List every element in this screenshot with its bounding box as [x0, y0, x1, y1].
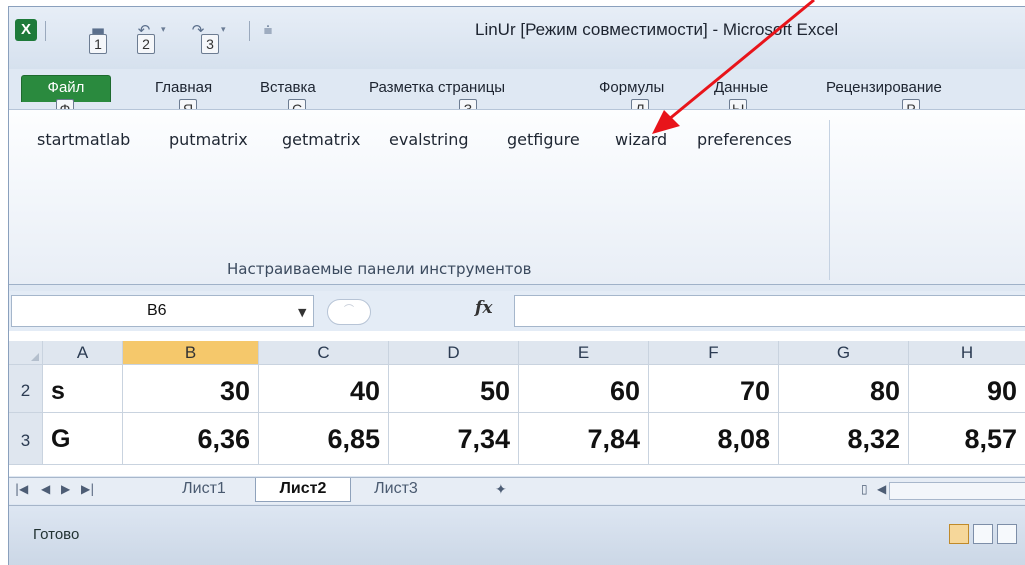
excel-icon[interactable]: X [15, 19, 37, 41]
undo-dropdown-icon[interactable]: ▾ [161, 25, 169, 35]
tab-insert[interactable]: Вставка [260, 79, 316, 96]
sheet-tab-3[interactable]: Лист3 [355, 478, 437, 502]
customize-qat-icon[interactable]: ⩧ [257, 19, 279, 41]
row-header[interactable]: 2 [9, 365, 43, 413]
keytip-redo: 3 [201, 34, 219, 54]
column-header[interactable]: C [259, 341, 389, 365]
sheet-tab-1[interactable]: Лист1 [159, 478, 249, 502]
table-cell[interactable]: 8,32 [779, 413, 909, 465]
column-header[interactable]: B [123, 341, 259, 365]
formula-bar: B6 ▼ ⌒ fx [9, 291, 1025, 331]
column-header[interactable]: A [43, 341, 123, 365]
ribbon-group-label: Настраиваемые панели инструментов [227, 260, 532, 278]
putmatrix-button[interactable]: putmatrix [169, 130, 248, 149]
split-handle-icon[interactable]: ▯ [861, 482, 868, 496]
startmatlab-button[interactable]: startmatlab [37, 130, 130, 149]
formula-bar-resize-handle[interactable]: ⌒ [327, 299, 371, 325]
getfigure-button[interactable]: getfigure [507, 130, 580, 149]
getmatrix-button[interactable]: getmatrix [282, 130, 360, 149]
normal-view-icon[interactable] [949, 524, 969, 544]
wizard-button[interactable]: wizard [615, 130, 667, 149]
sheet-tab-bar: |◀ ◀ ▶ ▶| Лист1 Лист2 Лист3 ✦ ▯ ◀ [9, 477, 1025, 504]
qat-separator [249, 21, 250, 41]
page-break-view-icon[interactable] [997, 524, 1017, 544]
table-cell[interactable]: 8,08 [649, 413, 779, 465]
column-header-row: A B C D E F G H [9, 341, 1025, 365]
prev-sheet-icon[interactable]: ◀ [41, 482, 50, 496]
table-cell[interactable]: s [43, 365, 123, 413]
title-bar: X ▬ ↶ ▾ ↷ ▾ ⩧ 1 2 3 LinUr [Режим совмест… [9, 7, 1025, 69]
tab-page-layout[interactable]: Разметка страницы [369, 79, 505, 96]
next-sheet-icon[interactable]: ▶ [61, 482, 70, 496]
scroll-left-icon[interactable]: ◀ [877, 482, 886, 496]
table-cell[interactable]: 7,34 [389, 413, 519, 465]
name-box-value: B6 [147, 302, 167, 319]
table-cell[interactable]: 6,36 [123, 413, 259, 465]
horizontal-scrollbar[interactable] [889, 482, 1025, 500]
window-title: LinUr [Режим совместимости] - Microsoft … [475, 20, 839, 39]
column-header[interactable]: D [389, 341, 519, 365]
worksheet-grid: A B C D E F G H 2 s 30 40 50 60 70 80 90… [9, 331, 1025, 476]
column-header[interactable]: H [909, 341, 1025, 365]
name-box[interactable]: B6 ▼ [11, 295, 314, 327]
select-all-corner[interactable] [9, 341, 43, 365]
tab-formulas[interactable]: Формулы [599, 79, 664, 96]
keytip-save: 1 [89, 34, 107, 54]
qat-separator [45, 21, 46, 41]
column-header[interactable]: G [779, 341, 909, 365]
redo-dropdown-icon[interactable]: ▾ [221, 25, 229, 35]
status-bar: Готово [9, 505, 1025, 565]
ribbon-tabs: Файл Главная Вставка Разметка страницы Ф… [9, 69, 1025, 119]
first-sheet-icon[interactable]: |◀ [15, 482, 28, 496]
column-header[interactable]: E [519, 341, 649, 365]
preferences-button[interactable]: preferences [697, 130, 792, 149]
column-header[interactable]: F [649, 341, 779, 365]
table-cell[interactable]: 8,57 [909, 413, 1025, 465]
keytip-undo: 2 [137, 34, 155, 54]
tab-review[interactable]: Рецензирование [826, 79, 942, 96]
excel-window: X ▬ ↶ ▾ ↷ ▾ ⩧ 1 2 3 LinUr [Режим совмест… [8, 6, 1025, 565]
table-cell[interactable]: 30 [123, 365, 259, 413]
insert-sheet-icon[interactable]: ✦ [495, 482, 507, 498]
last-sheet-icon[interactable]: ▶| [81, 482, 94, 496]
table-cell[interactable]: 7,84 [519, 413, 649, 465]
table-cell[interactable]: 40 [259, 365, 389, 413]
table-cell[interactable]: 80 [779, 365, 909, 413]
tab-file[interactable]: Файл [21, 75, 111, 102]
table-cell[interactable]: 50 [389, 365, 519, 413]
evalstring-button[interactable]: evalstring [389, 130, 469, 149]
table-cell[interactable]: 70 [649, 365, 779, 413]
chevron-down-icon[interactable]: ▼ [298, 306, 306, 319]
table-cell[interactable]: 6,85 [259, 413, 389, 465]
ribbon-panel: startmatlab putmatrix getmatrix evalstri… [9, 109, 1025, 285]
insert-function-icon[interactable]: fx [475, 298, 492, 318]
tab-home[interactable]: Главная [155, 79, 212, 96]
row-header[interactable]: 3 [9, 413, 43, 465]
tab-data[interactable]: Данные [714, 79, 768, 96]
status-text: Готово [33, 526, 80, 543]
table-cell[interactable]: 60 [519, 365, 649, 413]
sheet-tab-2[interactable]: Лист2 [255, 478, 351, 502]
table-cell[interactable]: G [43, 413, 123, 465]
ribbon-group-separator [829, 120, 830, 280]
table-cell[interactable]: 90 [909, 365, 1025, 413]
formula-input[interactable] [514, 295, 1025, 327]
page-layout-view-icon[interactable] [973, 524, 993, 544]
